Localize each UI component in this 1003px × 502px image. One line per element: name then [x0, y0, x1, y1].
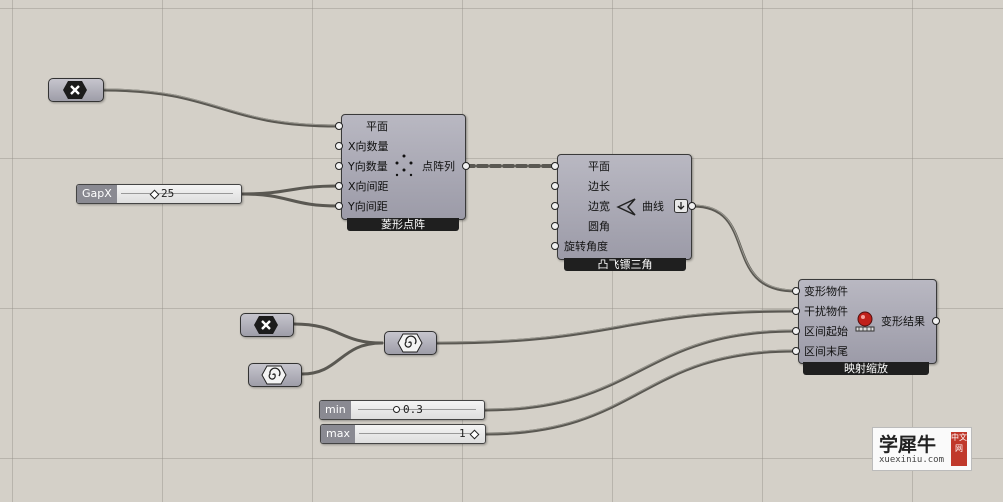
wire-layer: [101, 88, 797, 436]
slider-handle[interactable]: [469, 429, 480, 440]
port-lattice-plane[interactable]: [335, 122, 343, 130]
map-scale-component[interactable]: 变形物件 干扰物件 区间起始 区间末尾 变形结果: [798, 279, 937, 364]
input-side-width: 边宽: [588, 200, 610, 213]
watermark-logo: 学犀牛 xuexiniu.com 中文网: [872, 427, 972, 471]
input-side-length: 边长: [588, 180, 610, 193]
wire-min-to-start: [483, 329, 797, 412]
port-map-end[interactable]: [792, 347, 800, 355]
wire-max-to-end: [484, 349, 797, 436]
output-curve: 曲线: [642, 200, 664, 213]
port-map-deform[interactable]: [792, 287, 800, 295]
port-lattice-out[interactable]: [462, 162, 470, 170]
port-map-out[interactable]: [932, 317, 940, 325]
ball-icon: [855, 311, 875, 332]
min-slider[interactable]: min 0.3: [319, 400, 485, 420]
port-tri-width[interactable]: [551, 202, 559, 210]
crossed-x-param-top[interactable]: [48, 78, 104, 102]
diamond-lattice-component[interactable]: 平面 X向数量 Y向数量 X向间距 Y向间距 点阵列: [341, 114, 466, 220]
port-tri-fillet[interactable]: [551, 222, 559, 230]
gapx-slider[interactable]: GapX 25: [76, 184, 242, 204]
watermark-url: xuexiniu.com: [879, 455, 945, 465]
input-fillet: 圆角: [588, 220, 610, 233]
component-name-map: 映射缩放: [803, 362, 929, 375]
port-tri-plane[interactable]: [551, 162, 559, 170]
port-map-start[interactable]: [792, 327, 800, 335]
port-lattice-xcount[interactable]: [335, 142, 343, 150]
slider-handle[interactable]: [149, 189, 160, 200]
port-map-interfere[interactable]: [792, 307, 800, 315]
slider-handle[interactable]: [393, 406, 400, 413]
wire-x-to-spiral: [292, 322, 384, 345]
slider-value: 1: [459, 427, 466, 440]
input-range-end: 区间末尾: [804, 345, 848, 358]
port-tri-length[interactable]: [551, 182, 559, 190]
spiral-param-left[interactable]: [248, 363, 302, 387]
dart-shape-icon: [616, 198, 636, 216]
wire-gapx-to-yspacing: [240, 192, 340, 208]
port-lattice-ycount[interactable]: [335, 162, 343, 170]
input-x-count: X向数量: [348, 140, 389, 153]
chevron-down-icon[interactable]: [674, 199, 688, 213]
crossed-x-icon: [63, 81, 87, 99]
wire-curve-to-deform: [691, 204, 797, 293]
crossed-x-icon: [254, 316, 278, 334]
slider-label: max: [321, 425, 355, 443]
spiral-param-center[interactable]: [384, 331, 437, 355]
watermark-name: 学犀牛: [879, 434, 937, 456]
input-plane: 平面: [366, 120, 388, 133]
slider-track[interactable]: [121, 193, 233, 194]
input-rotation: 旋转角度: [564, 240, 608, 253]
slider-label: min: [320, 401, 351, 419]
spiral-icon: [261, 365, 287, 385]
wire-param-to-plane: [101, 88, 340, 128]
convex-dart-triangle-component[interactable]: 平面 边长 边宽 圆角 旋转角度 曲线: [557, 154, 692, 260]
component-name-triangle: 凸飞镖三角: [564, 258, 686, 271]
spiral-icon: [397, 333, 423, 353]
port-lattice-yspacing[interactable]: [335, 202, 343, 210]
dot-grid-icon: [395, 154, 413, 177]
slider-value: 0.3: [403, 403, 423, 416]
port-tri-rotation[interactable]: [551, 242, 559, 250]
port-lattice-xspacing[interactable]: [335, 182, 343, 190]
input-interfere-object: 干扰物件: [804, 305, 848, 318]
input-plane: 平面: [588, 160, 610, 173]
input-x-spacing: X向间距: [348, 180, 389, 193]
component-name-lattice: 菱形点阵: [347, 218, 459, 231]
port-tri-out[interactable]: [688, 202, 696, 210]
input-y-count: Y向数量: [348, 160, 388, 173]
wire-gapx-to-xspacing: [240, 184, 340, 196]
slider-value: 25: [161, 187, 175, 200]
input-deform-object: 变形物件: [804, 285, 848, 298]
watermark-badge: 中文网: [951, 432, 967, 466]
crossed-x-param-mid[interactable]: [240, 313, 294, 337]
output-deform-result: 变形结果: [881, 315, 925, 328]
wire-spiral2-to-spiral: [300, 341, 384, 376]
input-range-start: 区间起始: [804, 325, 848, 338]
max-slider[interactable]: max 1: [320, 424, 486, 444]
slider-label: GapX: [77, 185, 117, 203]
input-y-spacing: Y向间距: [348, 200, 388, 213]
output-point-array: 点阵列: [422, 160, 455, 173]
